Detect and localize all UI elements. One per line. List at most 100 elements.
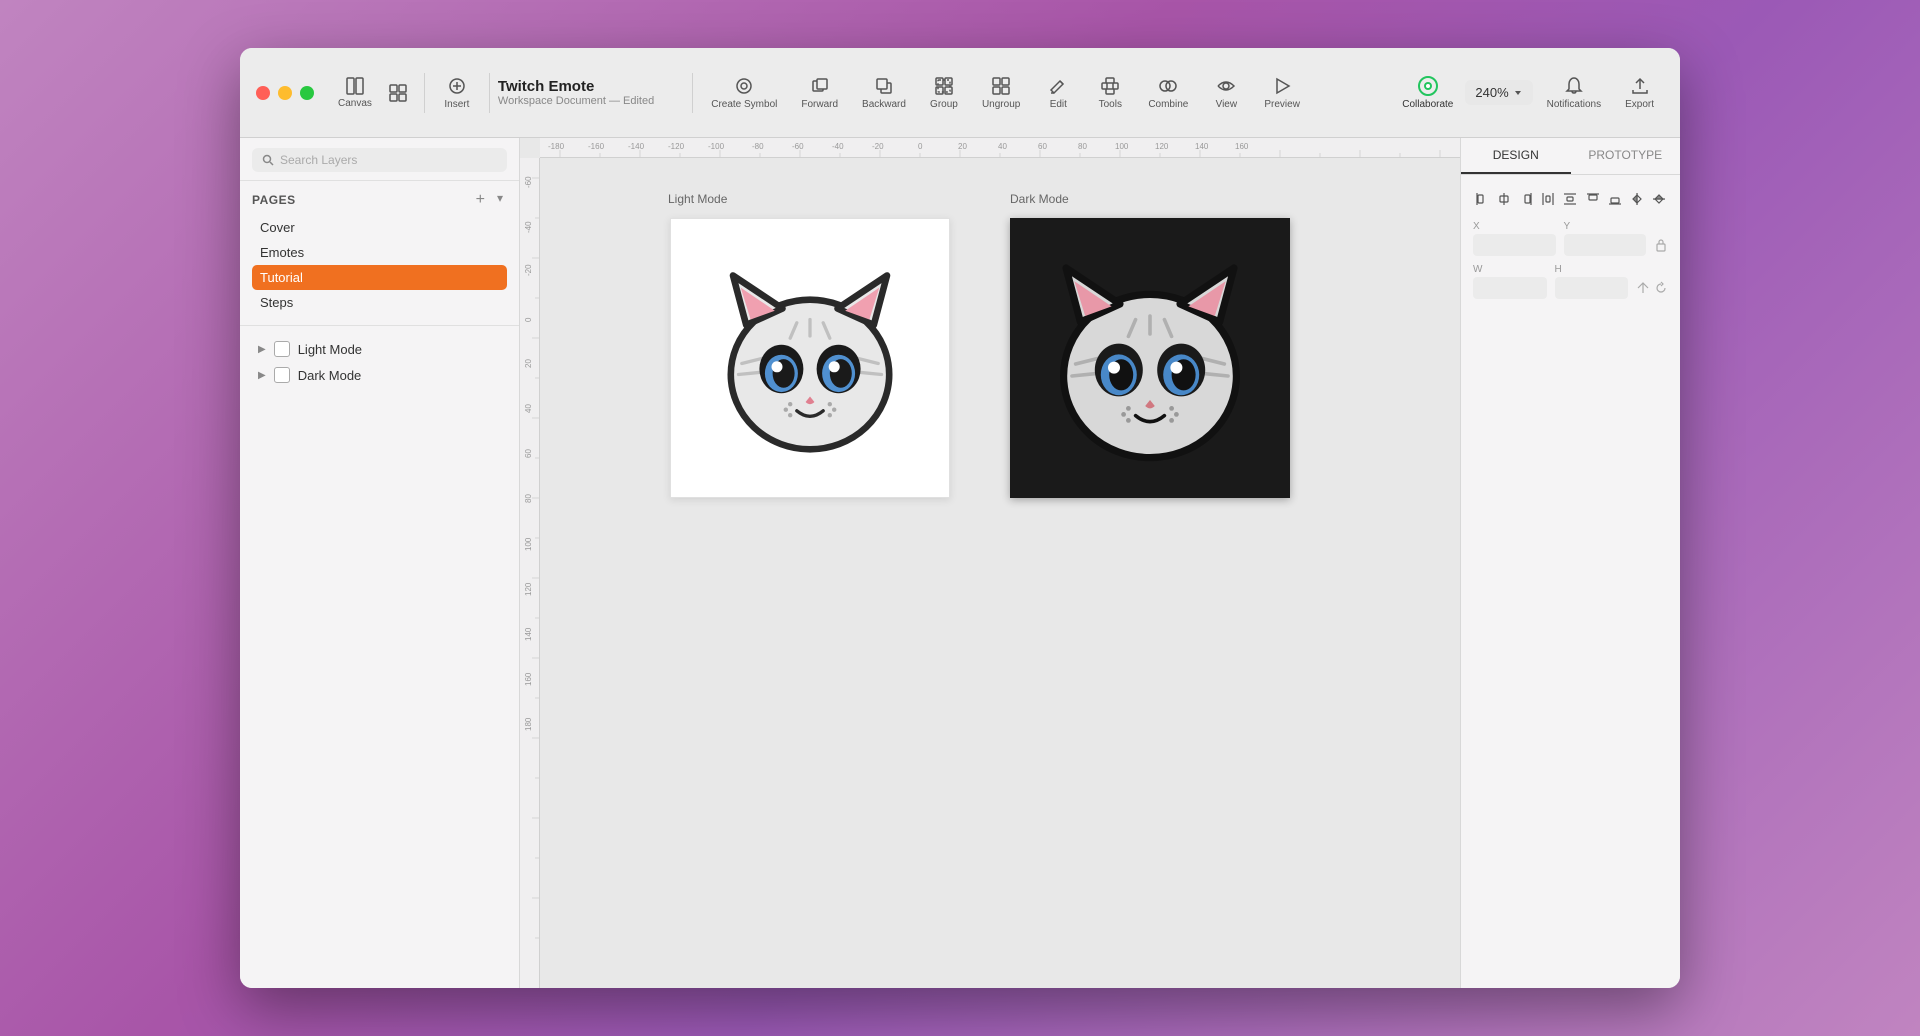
grid-toggle-btn[interactable] xyxy=(380,77,416,109)
document-info: Twitch Emote Workspace Document — Edited xyxy=(498,78,654,107)
svg-text:140: 140 xyxy=(1195,142,1209,151)
svg-text:-20: -20 xyxy=(524,264,533,276)
x-field: X xyxy=(1473,221,1556,256)
export-button[interactable]: Export xyxy=(1615,72,1664,114)
svg-text:0: 0 xyxy=(918,142,923,151)
artboard-dark-mode[interactable] xyxy=(1010,218,1290,498)
layer-dark-mode[interactable]: ▶ Dark Mode xyxy=(252,362,507,388)
panel-tabs: DESIGN PROTOTYPE xyxy=(1461,138,1680,175)
divider-3 xyxy=(692,73,693,113)
distribute-v-button[interactable] xyxy=(1561,187,1579,211)
tools-button[interactable]: Tools xyxy=(1086,72,1134,114)
sidebar: Search Layers Pages + ▾ Cover Emotes xyxy=(240,138,520,988)
x-input[interactable] xyxy=(1473,234,1556,256)
rotate-icon xyxy=(1654,281,1668,295)
combine-label: Combine xyxy=(1148,99,1188,110)
w-input[interactable] xyxy=(1473,277,1547,299)
zoom-selector[interactable]: 240% xyxy=(1465,80,1532,105)
notifications-button[interactable]: Notifications xyxy=(1537,72,1611,114)
preview-button[interactable]: Preview xyxy=(1254,72,1310,114)
artboard-light-mode[interactable] xyxy=(670,218,950,498)
right-panel: DESIGN PROTOTYPE xyxy=(1460,138,1680,988)
distribute-h-button[interactable] xyxy=(1539,187,1557,211)
page-item-cover[interactable]: Cover xyxy=(252,215,507,240)
close-button[interactable] xyxy=(256,86,270,100)
w-field: W xyxy=(1473,264,1547,299)
collaborate-label: Collaborate xyxy=(1402,99,1453,110)
h-input[interactable] xyxy=(1555,277,1629,299)
pages-header: Pages + ▾ xyxy=(252,191,507,209)
create-symbol-button[interactable]: Create Symbol xyxy=(701,72,787,114)
collapse-pages-button[interactable]: ▾ xyxy=(493,191,507,209)
sidebar-search-section: Search Layers xyxy=(240,138,519,181)
layer-chevron-light: ▶ xyxy=(258,344,266,355)
flip-v-button[interactable] xyxy=(1650,187,1668,211)
page-emotes-label: Emotes xyxy=(260,245,304,260)
forward-button[interactable]: Forward xyxy=(791,72,848,114)
svg-text:-180: -180 xyxy=(548,142,565,151)
doc-title: Twitch Emote xyxy=(498,78,654,95)
view-button[interactable]: View xyxy=(1202,72,1250,114)
page-item-steps[interactable]: Steps xyxy=(252,290,507,315)
combine-button[interactable]: Combine xyxy=(1138,72,1198,114)
dark-mode-label: Dark Mode xyxy=(1010,192,1069,206)
svg-text:-40: -40 xyxy=(832,142,844,151)
pages-section: Pages + ▾ Cover Emotes Tutorial Steps xyxy=(240,181,519,326)
align-right-edges-button[interactable] xyxy=(1517,187,1535,211)
align-centers-h-button[interactable] xyxy=(1495,187,1513,211)
tab-design[interactable]: DESIGN xyxy=(1461,138,1571,174)
canvas-area[interactable]: -180 -160 -140 -120 -100 -80 -60 -40 -20… xyxy=(520,138,1460,988)
maximize-button[interactable] xyxy=(300,86,314,100)
layer-light-label: Light Mode xyxy=(298,342,362,357)
edit-label: Edit xyxy=(1050,99,1067,110)
tab-prototype[interactable]: PROTOTYPE xyxy=(1571,138,1681,174)
svg-text:100: 100 xyxy=(1115,142,1129,151)
svg-text:120: 120 xyxy=(1155,142,1169,151)
edit-button[interactable]: Edit xyxy=(1034,72,1082,114)
align-bottom-button[interactable] xyxy=(1606,187,1624,211)
y-field: Y xyxy=(1564,221,1647,256)
svg-text:-100: -100 xyxy=(708,142,725,151)
page-item-tutorial[interactable]: Tutorial xyxy=(252,265,507,290)
x-label: X xyxy=(1473,221,1556,232)
ungroup-label: Ungroup xyxy=(982,99,1020,110)
layers-section: ▶ Light Mode ▶ Dark Mode xyxy=(240,326,519,988)
svg-text:40: 40 xyxy=(998,142,1007,151)
cat-dark-svg xyxy=(1030,238,1270,478)
canvas-toggle-btn[interactable]: Canvas xyxy=(330,70,380,115)
ungroup-button[interactable]: Ungroup xyxy=(972,72,1030,114)
transform-options xyxy=(1636,264,1668,299)
search-box[interactable]: Search Layers xyxy=(252,148,507,172)
svg-text:0: 0 xyxy=(524,317,533,322)
minimize-button[interactable] xyxy=(278,86,292,100)
svg-text:180: 180 xyxy=(524,717,533,731)
svg-text:40: 40 xyxy=(524,404,533,413)
insert-button[interactable]: Insert xyxy=(433,72,481,114)
group-button[interactable]: Group xyxy=(920,72,968,114)
layer-chevron-dark: ▶ xyxy=(258,370,266,381)
page-cover-label: Cover xyxy=(260,220,295,235)
align-top-button[interactable] xyxy=(1584,187,1602,211)
backward-button[interactable]: Backward xyxy=(852,72,916,114)
flip-h-button[interactable] xyxy=(1628,187,1646,211)
layer-light-mode[interactable]: ▶ Light Mode xyxy=(252,336,507,362)
divider-2 xyxy=(489,73,490,113)
pages-title: Pages xyxy=(252,193,296,207)
align-left-edges-button[interactable] xyxy=(1473,187,1491,211)
page-item-emotes[interactable]: Emotes xyxy=(252,240,507,265)
canvas-content[interactable]: Light Mode xyxy=(540,158,1460,988)
ruler-left: -60 -40 -20 0 20 40 60 80 100 120 140 16… xyxy=(520,158,540,988)
y-input[interactable] xyxy=(1564,234,1647,256)
titlebar: Canvas Insert Twitch Emote Workspace xyxy=(240,48,1680,138)
y-label: Y xyxy=(1564,221,1647,232)
h-field: H xyxy=(1555,264,1629,299)
lock-ratio-button[interactable] xyxy=(1654,221,1668,256)
page-tutorial-label: Tutorial xyxy=(260,270,303,285)
svg-text:80: 80 xyxy=(524,494,533,503)
svg-text:20: 20 xyxy=(524,359,533,368)
svg-text:-40: -40 xyxy=(524,221,533,233)
pages-actions: + ▾ xyxy=(472,191,507,209)
collaborate-button[interactable]: Collaborate xyxy=(1394,71,1461,114)
svg-text:-60: -60 xyxy=(524,176,533,188)
add-page-button[interactable]: + xyxy=(472,191,489,209)
